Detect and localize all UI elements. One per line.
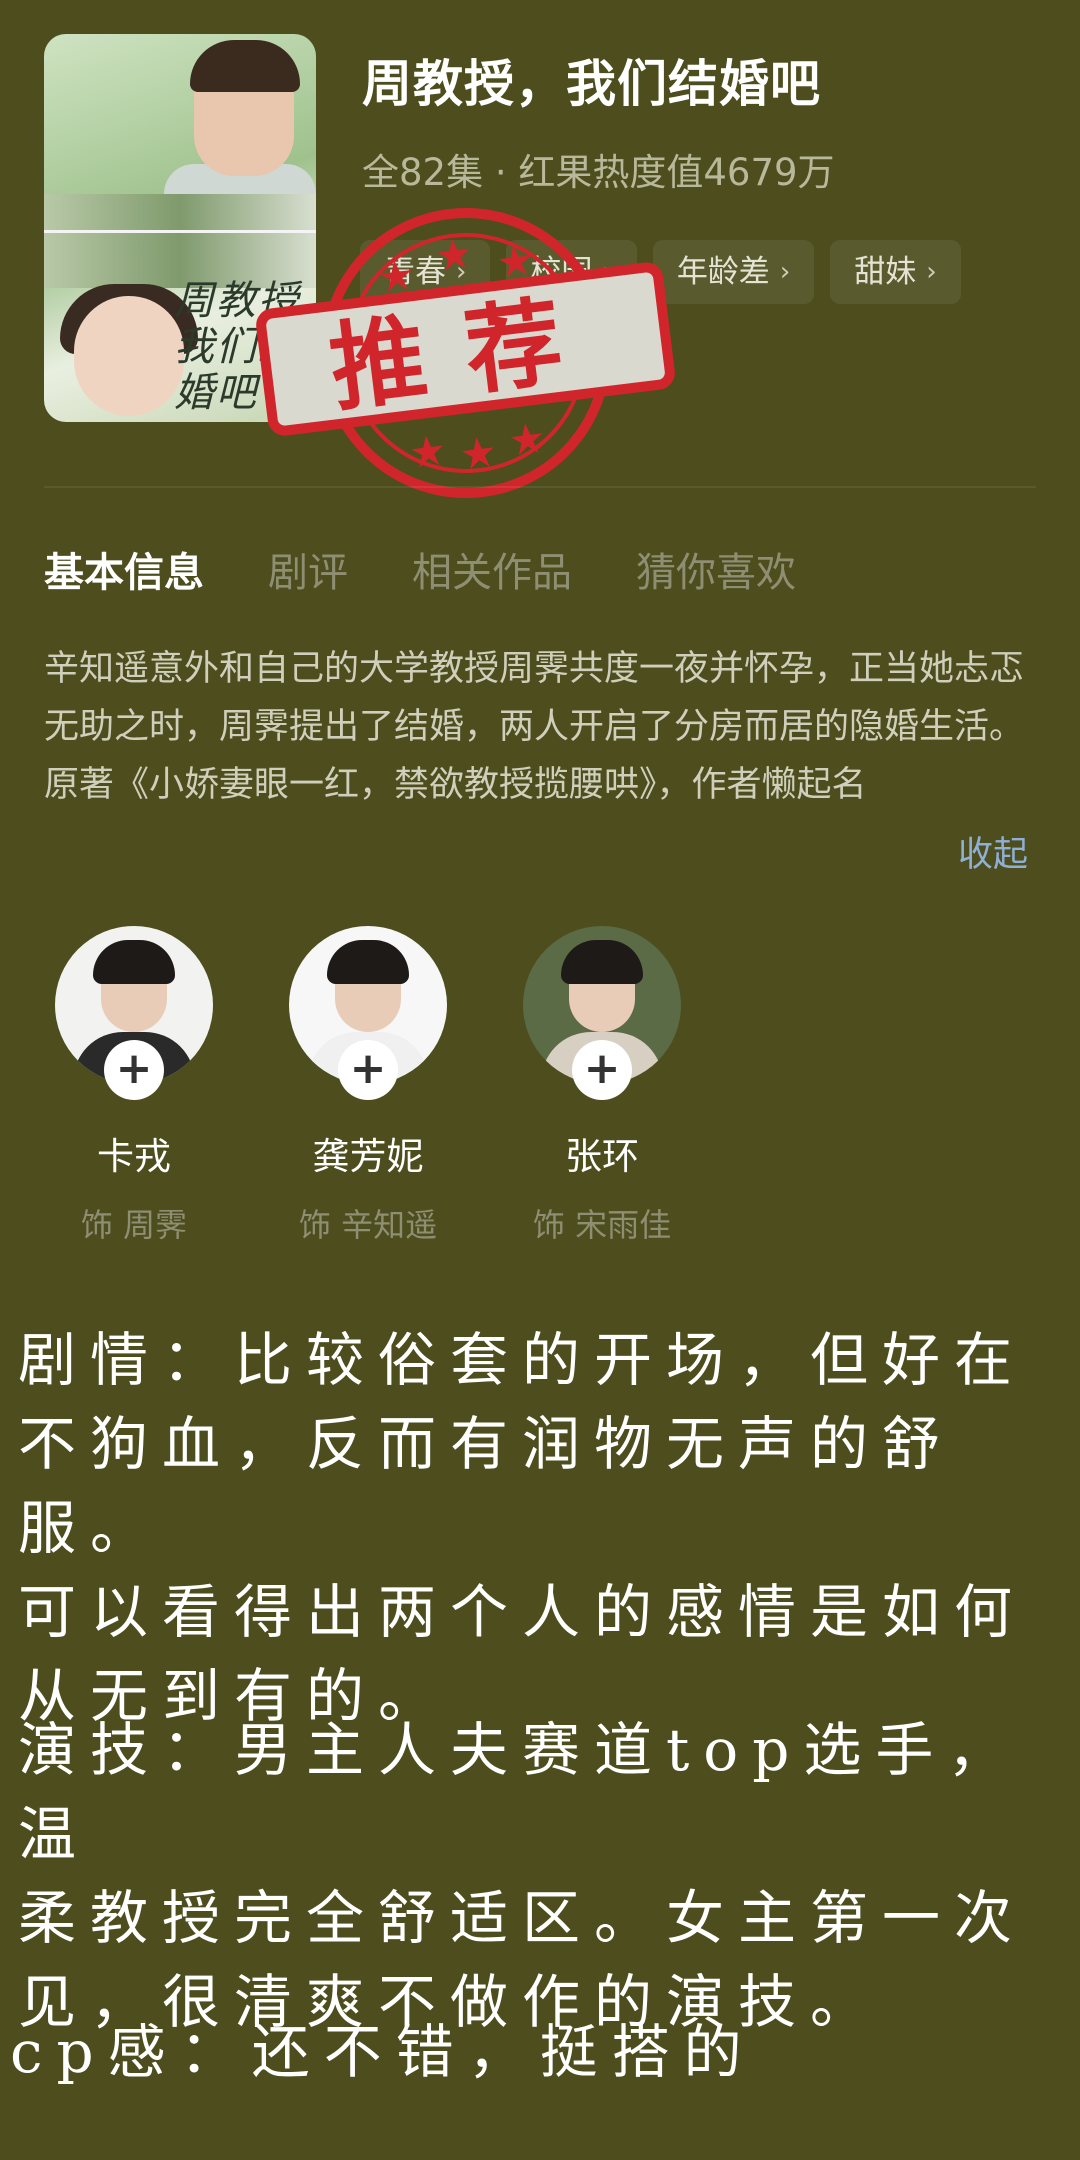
tag-list: 青春 › 校园 › 年龄差 › 甜妹 › <box>360 240 961 304</box>
drama-description: 辛知遥意外和自己的大学教授周霁共度一夜并怀孕，正当她忐忑无助之时，周霁提出了结婚… <box>44 649 1025 805</box>
collapse-link[interactable]: 收起 <box>958 826 1028 877</box>
tag-chip[interactable]: 年龄差 › <box>652 240 815 304</box>
tag-chip[interactable]: 青春 › <box>360 240 491 304</box>
chevron-right-icon: › <box>602 257 613 287</box>
chevron-right-icon: › <box>926 257 937 287</box>
actor-role: 饰 周霁 <box>80 1206 188 1244</box>
review-acting: 演技：男主人夫赛道top选手，温 柔教授完全舒适区。女主第一次 见，很清爽不做作… <box>18 1716 1027 2036</box>
review-cp: cp感：还不错，挺搭的 <box>10 2018 756 2086</box>
tab-reviews[interactable]: 剧评 <box>268 540 348 598</box>
poster-divider <box>44 230 316 233</box>
cast-member[interactable]: + 卡戎 饰 周霁 <box>54 926 214 1246</box>
avatar-figure <box>561 940 643 984</box>
chevron-right-icon: › <box>779 257 791 287</box>
tag-chip[interactable]: 校园 › <box>506 240 637 304</box>
poster-title-art: 周教授我们结婚吧 <box>174 278 300 416</box>
tab-recommendations[interactable]: 猜你喜欢 <box>636 540 796 598</box>
cast-list: + 卡戎 饰 周霁 + 龚芳妮 饰 辛知遥 + 张环 饰 宋雨佳 <box>54 926 682 1246</box>
follow-plus-icon[interactable]: + <box>338 1040 398 1100</box>
section-divider <box>44 486 1036 488</box>
drama-meta: 全82集 · 红果热度值4679万 <box>362 151 835 194</box>
tag-label: 青春 <box>384 254 446 290</box>
follow-plus-icon[interactable]: + <box>104 1040 164 1100</box>
poster-scene-strip <box>44 194 316 288</box>
tab-basic-info[interactable]: 基本信息 <box>44 540 204 598</box>
cast-member[interactable]: + 张环 饰 宋雨佳 <box>522 926 682 1246</box>
review-plot: 剧情：比较俗套的开场，但好在 不狗血，反而有润物无声的舒服。 可以看得出两个人的… <box>18 1326 1027 1730</box>
cast-member[interactable]: + 龚芳妮 饰 辛知遥 <box>288 926 448 1246</box>
actor-name: 张环 <box>565 1135 639 1178</box>
avatar-figure <box>93 940 175 984</box>
tag-chip[interactable]: 甜妹 › <box>830 240 961 304</box>
poster-figure <box>190 40 300 92</box>
chevron-right-icon: › <box>456 257 467 287</box>
actor-role: 饰 辛知遥 <box>298 1206 438 1244</box>
tag-label: 年龄差 <box>676 254 770 290</box>
tag-label: 校园 <box>530 254 593 290</box>
actor-role: 饰 宋雨佳 <box>532 1206 672 1244</box>
tab-bar: 基本信息 剧评 相关作品 猜你喜欢 <box>44 540 796 598</box>
tag-label: 甜妹 <box>854 254 917 290</box>
drama-poster[interactable]: 周教授我们结婚吧 <box>44 34 316 422</box>
drama-title: 周教授，我们结婚吧 <box>362 55 821 113</box>
tab-related-works[interactable]: 相关作品 <box>412 540 572 598</box>
actor-name: 龚芳妮 <box>312 1135 424 1178</box>
avatar-figure <box>327 940 409 984</box>
follow-plus-icon[interactable]: + <box>572 1040 632 1100</box>
poster-figure <box>74 296 184 416</box>
actor-name: 卡戎 <box>97 1135 171 1178</box>
